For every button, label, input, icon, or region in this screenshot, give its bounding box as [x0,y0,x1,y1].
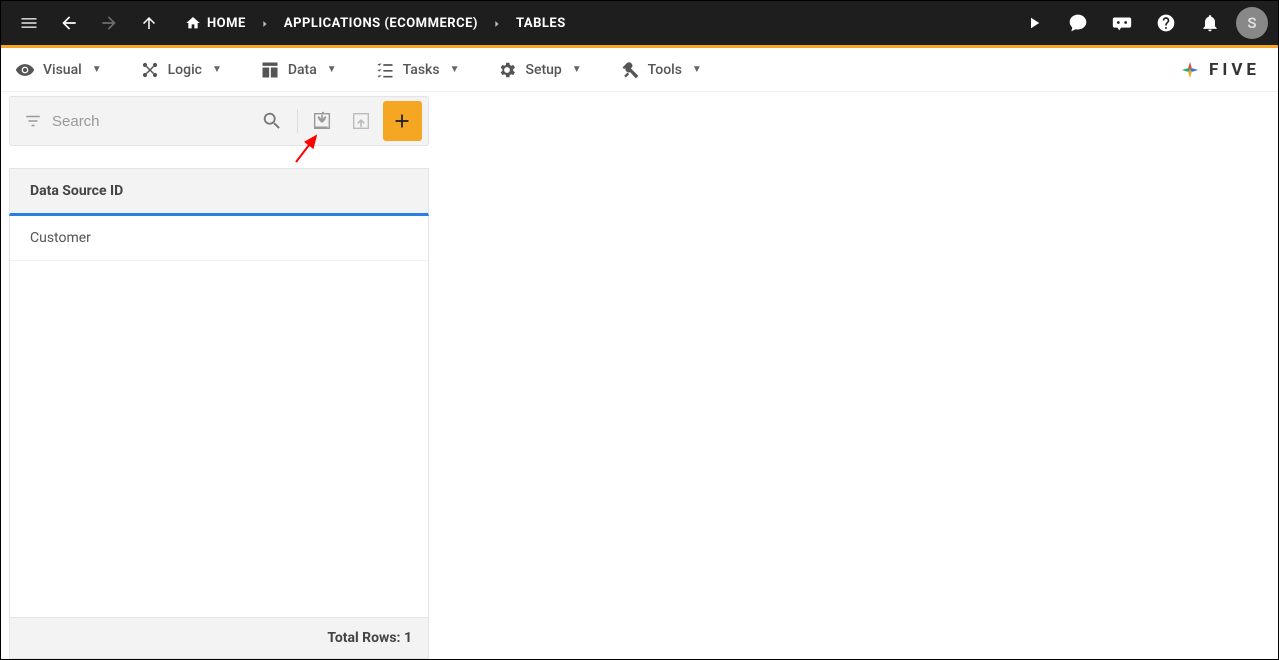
chevron-right-icon [492,19,502,29]
table-icon [260,60,280,80]
arrow-right-icon [99,13,119,33]
brand-logo-text: FIVE [1209,60,1260,80]
notifications-button[interactable] [1192,5,1228,41]
nav-forward-button [91,5,127,41]
search-icon[interactable] [261,110,283,132]
topbar: HOME APPLICATIONS (ECOMMERCE) TABLES [1,1,1278,45]
chevron-down-icon: ▼ [212,64,222,75]
breadcrumb-tables[interactable]: TABLES [506,16,576,31]
breadcrumb-separator [260,14,270,33]
nav-back-button[interactable] [51,5,87,41]
breadcrumb-separator [492,14,502,33]
plus-icon [391,110,413,132]
menu-visual[interactable]: Visual ▼ [11,54,106,86]
menu-logic-label: Logic [168,62,202,78]
menu-setup-label: Setup [525,62,561,78]
menubar: Visual ▼ Logic ▼ Data ▼ Tasks ▼ Setup ▼ … [1,48,1278,92]
table-row[interactable]: Customer [10,216,428,261]
tools-icon [620,60,640,80]
checklist-icon [375,60,395,80]
table-row-label: Customer [30,230,91,246]
menu-logic[interactable]: Logic ▼ [136,54,226,86]
filter-icon[interactable] [24,112,42,130]
search-box [16,104,291,138]
arrow-left-icon [59,13,79,33]
avatar[interactable]: S [1236,7,1268,39]
topbar-right: S [1016,5,1268,41]
export-button[interactable] [343,103,378,139]
logic-icon [140,60,160,80]
breadcrumb-home-label: HOME [207,16,246,31]
help-button[interactable] [1148,5,1184,41]
list-footer-count: 1 [404,630,412,646]
search-input[interactable] [52,113,251,130]
menu-tasks-label: Tasks [403,62,440,78]
breadcrumb: HOME APPLICATIONS (ECOMMERCE) TABLES [175,14,576,33]
download-icon [311,110,333,132]
hamburger-menu-button[interactable] [11,5,47,41]
breadcrumb-applications-label: APPLICATIONS (ECOMMERCE) [284,16,478,31]
list-column-header-label: Data Source ID [30,183,123,199]
list-column-header[interactable]: Data Source ID [9,168,429,216]
chevron-right-icon [260,19,270,29]
run-button[interactable] [1016,5,1052,41]
home-icon [185,15,201,31]
menu-data-label: Data [288,62,317,78]
play-icon [1025,14,1043,32]
arrow-up-icon [140,14,158,32]
eye-icon [15,60,35,80]
menu-setup[interactable]: Setup ▼ [493,54,585,86]
gear-icon [497,60,517,80]
brand-logo: FIVE [1179,59,1260,81]
menu-data[interactable]: Data ▼ [256,54,341,86]
help-icon [1156,13,1176,33]
list-body: Customer [9,216,429,618]
breadcrumb-home[interactable]: HOME [175,15,256,31]
breadcrumb-applications[interactable]: APPLICATIONS (ECOMMERCE) [274,16,488,31]
bell-icon [1200,13,1220,33]
panel-toolbar [9,96,429,146]
hamburger-icon [19,13,39,33]
upload-icon [350,110,372,132]
list-footer: Total Rows: 1 [9,618,429,659]
comment-icon [1068,13,1088,33]
brand-logo-icon [1179,59,1201,81]
breadcrumb-tables-label: TABLES [516,16,566,31]
import-button[interactable] [304,103,339,139]
list-footer-label: Total Rows: [327,630,400,646]
comment-button[interactable] [1060,5,1096,41]
menu-tools-label: Tools [648,62,682,78]
nav-up-button[interactable] [131,5,167,41]
add-button[interactable] [383,101,422,141]
chevron-down-icon: ▼ [572,64,582,75]
chevron-down-icon: ▼ [450,64,460,75]
menu-tools[interactable]: Tools ▼ [616,54,706,86]
toolbar-divider [297,109,298,133]
chevron-down-icon: ▼ [327,64,337,75]
tables-panel: Data Source ID Customer Total Rows: 1 [9,96,429,659]
chevron-down-icon: ▼ [692,64,702,75]
menu-tasks[interactable]: Tasks ▼ [371,54,464,86]
avatar-initial: S [1247,14,1256,32]
chevron-down-icon: ▼ [92,64,102,75]
chat-bot-icon [1111,12,1133,34]
menu-visual-label: Visual [43,62,82,78]
chat-button[interactable] [1104,5,1140,41]
